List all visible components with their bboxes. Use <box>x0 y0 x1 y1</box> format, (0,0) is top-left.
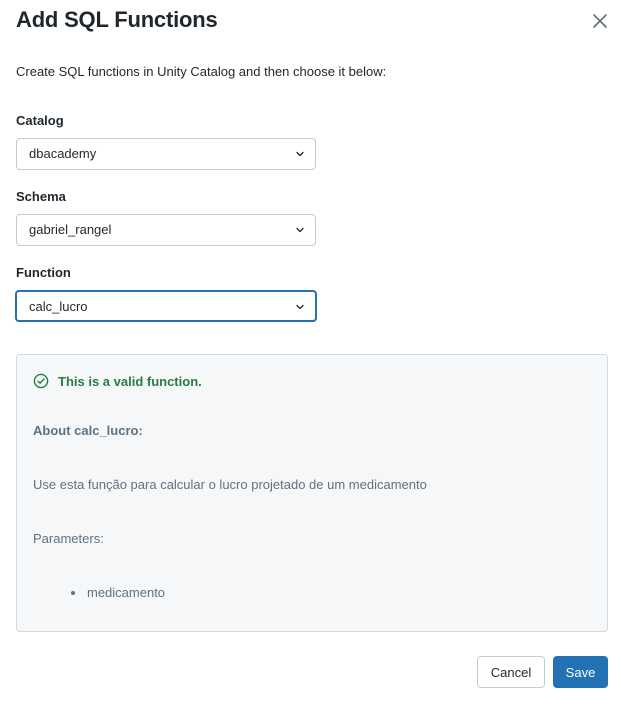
close-button[interactable] <box>589 10 611 32</box>
schema-select[interactable]: gabriel_rangel <box>16 214 316 246</box>
function-label: Function <box>16 265 71 280</box>
catalog-select[interactable]: dbacademy <box>16 138 316 170</box>
bullet <box>71 590 75 595</box>
function-description: Use esta função para calcular o lucro pr… <box>33 477 427 492</box>
dialog-title: Add SQL Functions <box>16 7 218 32</box>
function-info-panel: This is a valid function. About calc_luc… <box>16 354 608 632</box>
parameters-label: Parameters: <box>33 531 104 546</box>
cancel-button[interactable]: Cancel <box>477 656 545 688</box>
close-icon <box>593 14 607 28</box>
list-item: medicamento <box>71 585 165 600</box>
dialog-description: Create SQL functions in Unity Catalog an… <box>16 64 387 79</box>
chevron-down-icon <box>296 151 304 157</box>
schema-value: gabriel_rangel <box>29 222 112 237</box>
catalog-value: dbacademy <box>29 146 97 161</box>
about-heading: About calc_lucro: <box>33 423 143 438</box>
add-sql-functions-dialog: Add SQL Functions Create SQL functions i… <box>0 0 621 704</box>
validation-status-text: This is a valid function. <box>58 373 202 389</box>
function-select[interactable]: calc_lucro <box>15 290 317 322</box>
catalog-label: Catalog <box>16 113 64 128</box>
parameters-list: medicamento <box>71 585 165 600</box>
validation-status: This is a valid function. <box>33 373 202 389</box>
function-value: calc_lucro <box>29 299 88 314</box>
parameter-name: medicamento <box>87 585 166 600</box>
check-circle-icon <box>33 373 49 389</box>
chevron-down-icon <box>296 304 304 310</box>
chevron-down-icon <box>296 227 304 233</box>
save-button[interactable]: Save <box>553 656 608 688</box>
schema-label: Schema <box>16 189 66 204</box>
